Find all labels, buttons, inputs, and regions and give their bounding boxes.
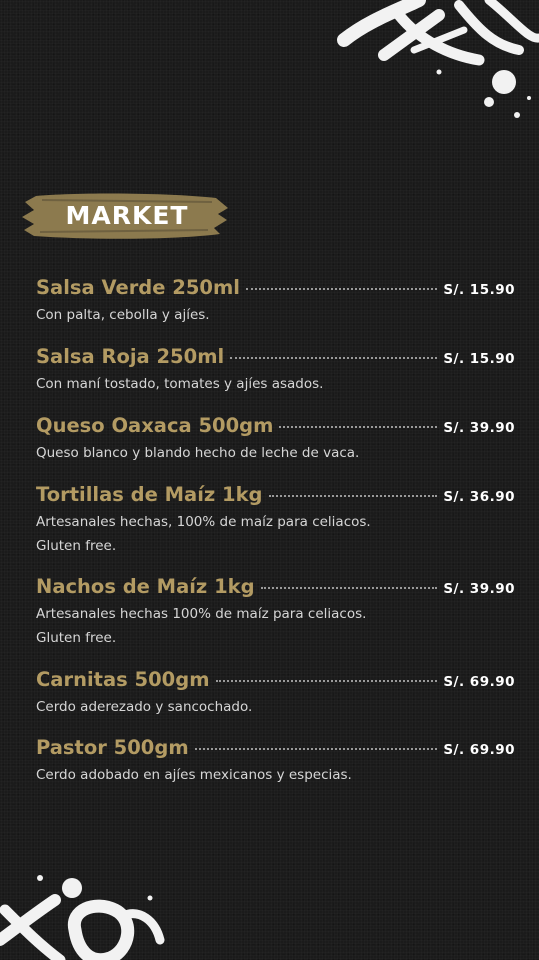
menu-item: Queso Oaxaca 500gm S/. 39.90 Queso blanc…	[36, 414, 515, 465]
dotted-leader	[246, 288, 438, 290]
item-price: S/. 39.90	[443, 420, 515, 436]
item-description: Gluten free.	[36, 630, 117, 646]
menu-item: Tortillas de Maíz 1kg S/. 36.90 Artesana…	[36, 483, 515, 558]
item-description: Gluten free.	[36, 538, 117, 554]
item-price: S/. 69.90	[443, 742, 515, 758]
menu-item: Salsa Verde 250ml S/. 15.90 Con palta, c…	[36, 276, 515, 327]
section-title-banner: MARKET	[22, 190, 232, 242]
menu-item: Salsa Roja 250ml S/. 15.90 Con maní tost…	[36, 345, 515, 396]
menu-item: Carnitas 500gm S/. 69.90 Cerdo aderezado…	[36, 668, 515, 719]
item-description: Artesanales hechas 100% de maíz para cel…	[36, 606, 367, 622]
dotted-leader	[215, 680, 438, 682]
item-name: Pastor 500gm	[36, 736, 189, 759]
graffiti-logo-icon	[337, 0, 539, 118]
item-name: Salsa Verde 250ml	[36, 276, 240, 299]
item-price: S/. 15.90	[443, 282, 515, 298]
dotted-leader	[268, 495, 438, 497]
item-description: Con palta, cebolla y ajíes.	[36, 307, 210, 323]
dotted-leader	[230, 357, 438, 359]
menu-item: Nachos de Maíz 1kg S/. 39.90 Artesanales…	[36, 575, 515, 650]
item-name: Nachos de Maíz 1kg	[36, 575, 255, 598]
page-title: MARKET	[65, 201, 189, 230]
dotted-leader	[279, 426, 438, 428]
menu-item: Pastor 500gm S/. 69.90 Cerdo adobado en …	[36, 736, 515, 787]
item-description: Queso blanco y blando hecho de leche de …	[36, 445, 360, 461]
item-description: Cerdo aderezado y sancochado.	[36, 699, 253, 715]
dotted-leader	[260, 587, 438, 589]
item-name: Carnitas 500gm	[36, 668, 210, 691]
item-price: S/. 15.90	[443, 351, 515, 367]
item-name: Salsa Roja 250ml	[36, 345, 225, 368]
item-description: Artesanales hechas, 100% de maíz para ce…	[36, 514, 371, 530]
item-description: Cerdo adobado en ajíes mexicanos y espec…	[36, 767, 352, 783]
item-price: S/. 39.90	[443, 581, 515, 597]
item-name: Queso Oaxaca 500gm	[36, 414, 274, 437]
item-name: Tortillas de Maíz 1kg	[36, 483, 263, 506]
item-price: S/. 36.90	[443, 489, 515, 505]
dotted-leader	[194, 748, 438, 750]
item-description: Con maní tostado, tomates y ajíes asados…	[36, 376, 324, 392]
graffiti-logo-icon	[0, 875, 165, 960]
item-price: S/. 69.90	[443, 674, 515, 690]
